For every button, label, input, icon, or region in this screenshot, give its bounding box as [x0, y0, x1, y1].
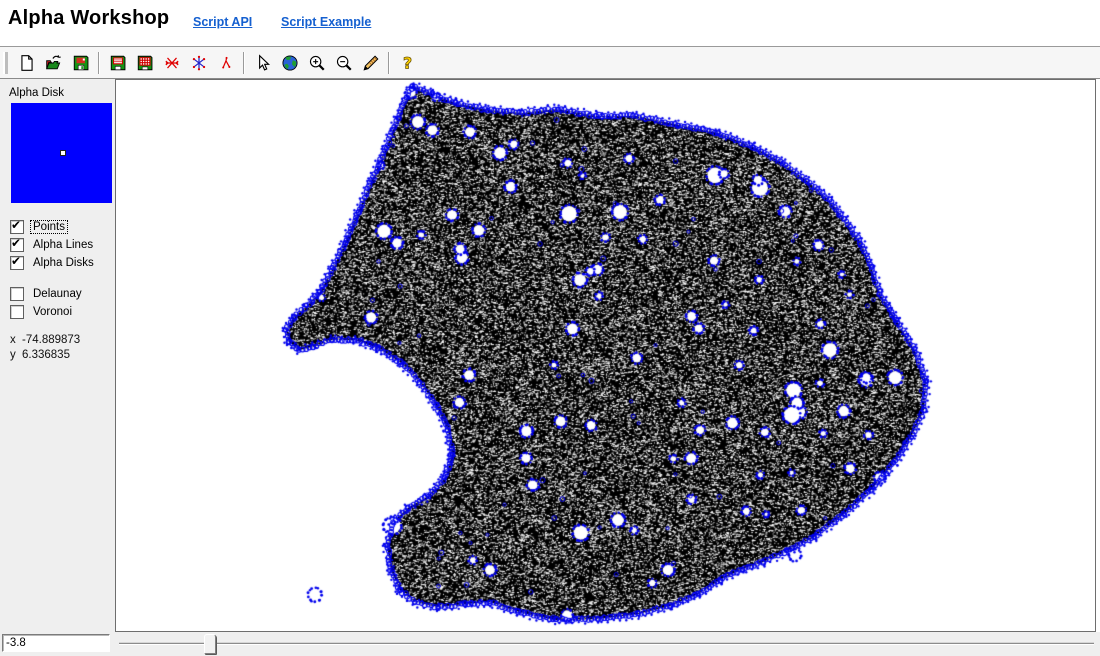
- overlay-checkbox-group: Delaunay Voronoi: [10, 285, 84, 321]
- alpha-value-input[interactable]: [2, 634, 110, 652]
- cursor-y-readout: y6.336835: [10, 348, 80, 363]
- alpha-shape-canvas[interactable]: [116, 80, 1095, 631]
- checkbox-row-voronoi: Voronoi: [10, 303, 84, 321]
- slider-groove[interactable]: [119, 642, 1094, 645]
- points-checkbox[interactable]: ✔: [10, 220, 24, 234]
- slider-thumb[interactable]: [204, 634, 216, 654]
- toolbar-separator: [243, 52, 245, 74]
- save-alpha-disks-icon: [136, 54, 154, 72]
- save-alpha-lines-button[interactable]: [105, 50, 130, 75]
- y-value: 6.336835: [22, 349, 70, 361]
- layer-checkbox-group: ✔ Points ✔ Alpha Lines ✔ Alpha Disks: [10, 218, 96, 272]
- check-mark-icon: ✔: [11, 218, 21, 232]
- delaunay-star-icon: [190, 54, 208, 72]
- toolbar-separator: [98, 52, 100, 74]
- check-mark-icon: ✔: [11, 236, 21, 250]
- svg-text:?: ?: [402, 54, 411, 72]
- save-icon: [72, 54, 90, 72]
- toolbar: ?: [0, 46, 1100, 79]
- open-folder-icon: [45, 54, 63, 72]
- x-label: x: [10, 333, 22, 348]
- zoom-out-icon: [335, 54, 353, 72]
- alpha-lines-icon: [163, 54, 181, 72]
- cursor-coordinates: x-74.889873 y6.336835: [10, 333, 80, 363]
- checkbox-row-alpha-disks: ✔ Alpha Disks: [10, 254, 96, 272]
- zoom-in-button[interactable]: [304, 50, 329, 75]
- alpha-disk-preview-label: Alpha Disk: [9, 87, 64, 99]
- save-alpha-lines-icon: [109, 54, 127, 72]
- help-button[interactable]: ?: [395, 50, 420, 75]
- alpha-lines-checkbox[interactable]: ✔: [10, 238, 24, 252]
- sidebar: Alpha Disk ✔ Points ✔ Alpha Lines ✔ Alpha Dis…: [0, 79, 115, 632]
- delaunay-star-button[interactable]: [186, 50, 211, 75]
- globe-button[interactable]: [277, 50, 302, 75]
- open-folder-button[interactable]: [41, 50, 66, 75]
- voronoi-branch-icon: [217, 54, 235, 72]
- toolbar-gripper[interactable]: [3, 52, 8, 74]
- check-mark-icon: ✔: [11, 254, 21, 268]
- zoom-out-button[interactable]: [331, 50, 356, 75]
- globe-icon: [281, 54, 299, 72]
- new-document-button[interactable]: [14, 50, 39, 75]
- checkbox-row-alpha-lines: ✔ Alpha Lines: [10, 236, 96, 254]
- alpha-slider[interactable]: [119, 632, 1094, 656]
- page-title: Alpha Workshop: [8, 7, 169, 30]
- help-icon: ?: [399, 54, 417, 72]
- script-api-link[interactable]: Script API: [193, 15, 252, 29]
- zoom-in-icon: [308, 54, 326, 72]
- header: Alpha Workshop Script API Script Example: [0, 0, 1100, 46]
- checkbox-row-delaunay: Delaunay: [10, 285, 84, 303]
- checkbox-label: Points: [31, 221, 67, 233]
- delaunay-checkbox[interactable]: [10, 287, 24, 301]
- checkbox-row-points: ✔ Points: [10, 218, 96, 236]
- save-button[interactable]: [68, 50, 93, 75]
- checkbox-label: Voronoi: [31, 306, 74, 318]
- pen-button[interactable]: [358, 50, 383, 75]
- checkbox-label: Alpha Lines: [31, 239, 95, 251]
- alpha-lines-button[interactable]: [159, 50, 184, 75]
- cursor-icon: [254, 54, 272, 72]
- alpha-disk-center-point: [60, 150, 66, 156]
- x-value: -74.889873: [22, 334, 80, 346]
- checkbox-label: Alpha Disks: [31, 257, 96, 269]
- cursor-button[interactable]: [250, 50, 275, 75]
- save-alpha-disks-button[interactable]: [132, 50, 157, 75]
- viewport: [115, 79, 1096, 632]
- voronoi-checkbox[interactable]: [10, 305, 24, 319]
- y-label: y: [10, 348, 22, 363]
- new-document-icon: [18, 54, 36, 72]
- alpha-disks-checkbox[interactable]: ✔: [10, 256, 24, 270]
- checkbox-label: Delaunay: [31, 288, 84, 300]
- cursor-x-readout: x-74.889873: [10, 333, 80, 348]
- pen-icon: [362, 54, 380, 72]
- alpha-workshop-app: Alpha Workshop Script API Script Example…: [0, 0, 1100, 656]
- toolbar-separator: [388, 52, 390, 74]
- alpha-disk-preview: [11, 103, 112, 203]
- voronoi-branch-button[interactable]: [213, 50, 238, 75]
- script-example-link[interactable]: Script Example: [281, 15, 371, 29]
- bottombar: [0, 632, 1100, 656]
